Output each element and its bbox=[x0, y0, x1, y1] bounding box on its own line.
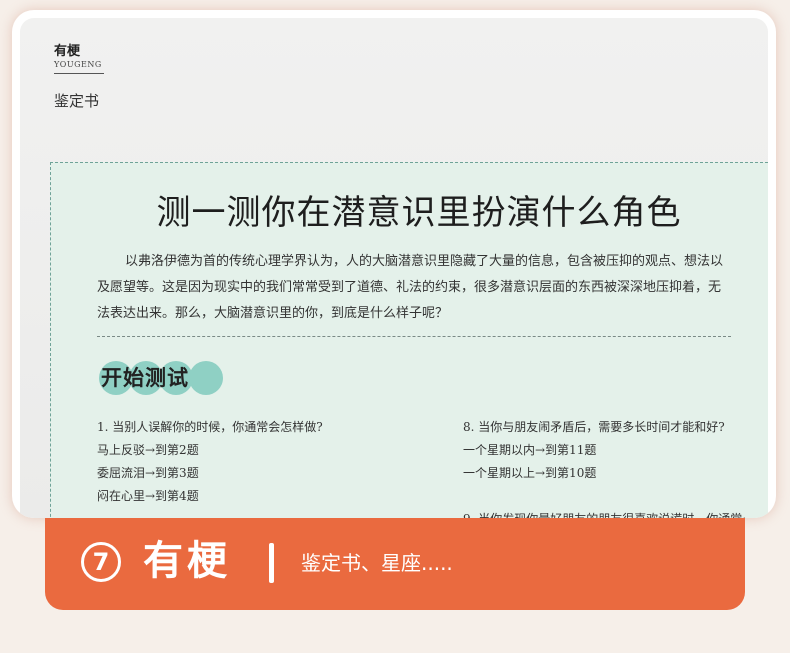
answer-option: 一个星期以内→到第11题 bbox=[463, 443, 597, 457]
question-block: 9. 当你发现你最好朋友的朋友很喜欢说谎时，你通常: bbox=[463, 507, 768, 518]
question-block: 8. 当你与朋友闹矛盾后，需要多长时间才能和好? 一个星期以内→到第11题 一个… bbox=[463, 415, 768, 485]
feature-number-badge: 7 bbox=[81, 542, 121, 582]
answer-option: 委屈流泪→到第3题 bbox=[97, 466, 199, 480]
book-section-tag: 鉴定书 bbox=[54, 92, 100, 110]
feature-subtitle: 鉴定书、星座..... bbox=[301, 551, 453, 575]
bubble-shape bbox=[189, 361, 223, 395]
answer-option: 闷在心里→到第4题 bbox=[97, 489, 199, 503]
brand-underline bbox=[54, 73, 104, 74]
question-block: 1. 当别人误解你的时候，你通常会怎样做? 马上反驳→到第2题 委屈流泪→到第3… bbox=[97, 415, 427, 508]
question-text: 9. 当你发现你最好朋友的朋友很喜欢说谎时，你通常: bbox=[463, 507, 768, 518]
quiz-intro: 以弗洛伊德为首的传统心理学界认为，人的大脑潜意识里隐藏了大量的信息，包含被压抑的… bbox=[97, 254, 724, 321]
question-text: 8. 当你与朋友闹矛盾后，需要多长时间才能和好? bbox=[463, 420, 725, 434]
start-test-label: 开始测试 bbox=[101, 366, 189, 390]
banner-divider bbox=[269, 543, 274, 583]
book-brand-latin: YOUGENG bbox=[54, 60, 102, 69]
question-column-right: 8. 当你与朋友闹矛盾后，需要多长时间才能和好? 一个星期以内→到第11题 一个… bbox=[463, 415, 768, 518]
start-test-heading: 开始测试 bbox=[99, 359, 223, 395]
question-column-left: 1. 当别人误解你的时候，你通常会怎样做? 马上反驳→到第2题 委屈流泪→到第3… bbox=[97, 415, 427, 508]
dashed-separator bbox=[97, 336, 731, 337]
feature-banner: 7 有梗 鉴定书、星座..... bbox=[45, 518, 745, 610]
answer-option: 一个星期以上→到第10题 bbox=[463, 466, 597, 480]
book-brand: 有梗 bbox=[54, 44, 81, 59]
book-page: 有梗 YOUGENG 鉴定书 测一测你在潜意识里扮演什么角色 以弗洛伊德为首的传… bbox=[20, 18, 768, 518]
question-gap bbox=[463, 485, 768, 507]
question-text: 1. 当别人误解你的时候，你通常会怎样做? bbox=[97, 420, 323, 434]
quiz-title: 测一测你在潜意识里扮演什么角色 bbox=[156, 193, 682, 233]
quiz-panel: 测一测你在潜意识里扮演什么角色 以弗洛伊德为首的传统心理学界认为，人的大脑潜意识… bbox=[50, 162, 768, 518]
feature-title: 有梗 bbox=[143, 538, 231, 584]
answer-option: 马上反驳→到第2题 bbox=[97, 443, 199, 457]
product-image-card: 有梗 YOUGENG 鉴定书 测一测你在潜意识里扮演什么角色 以弗洛伊德为首的传… bbox=[12, 10, 776, 518]
